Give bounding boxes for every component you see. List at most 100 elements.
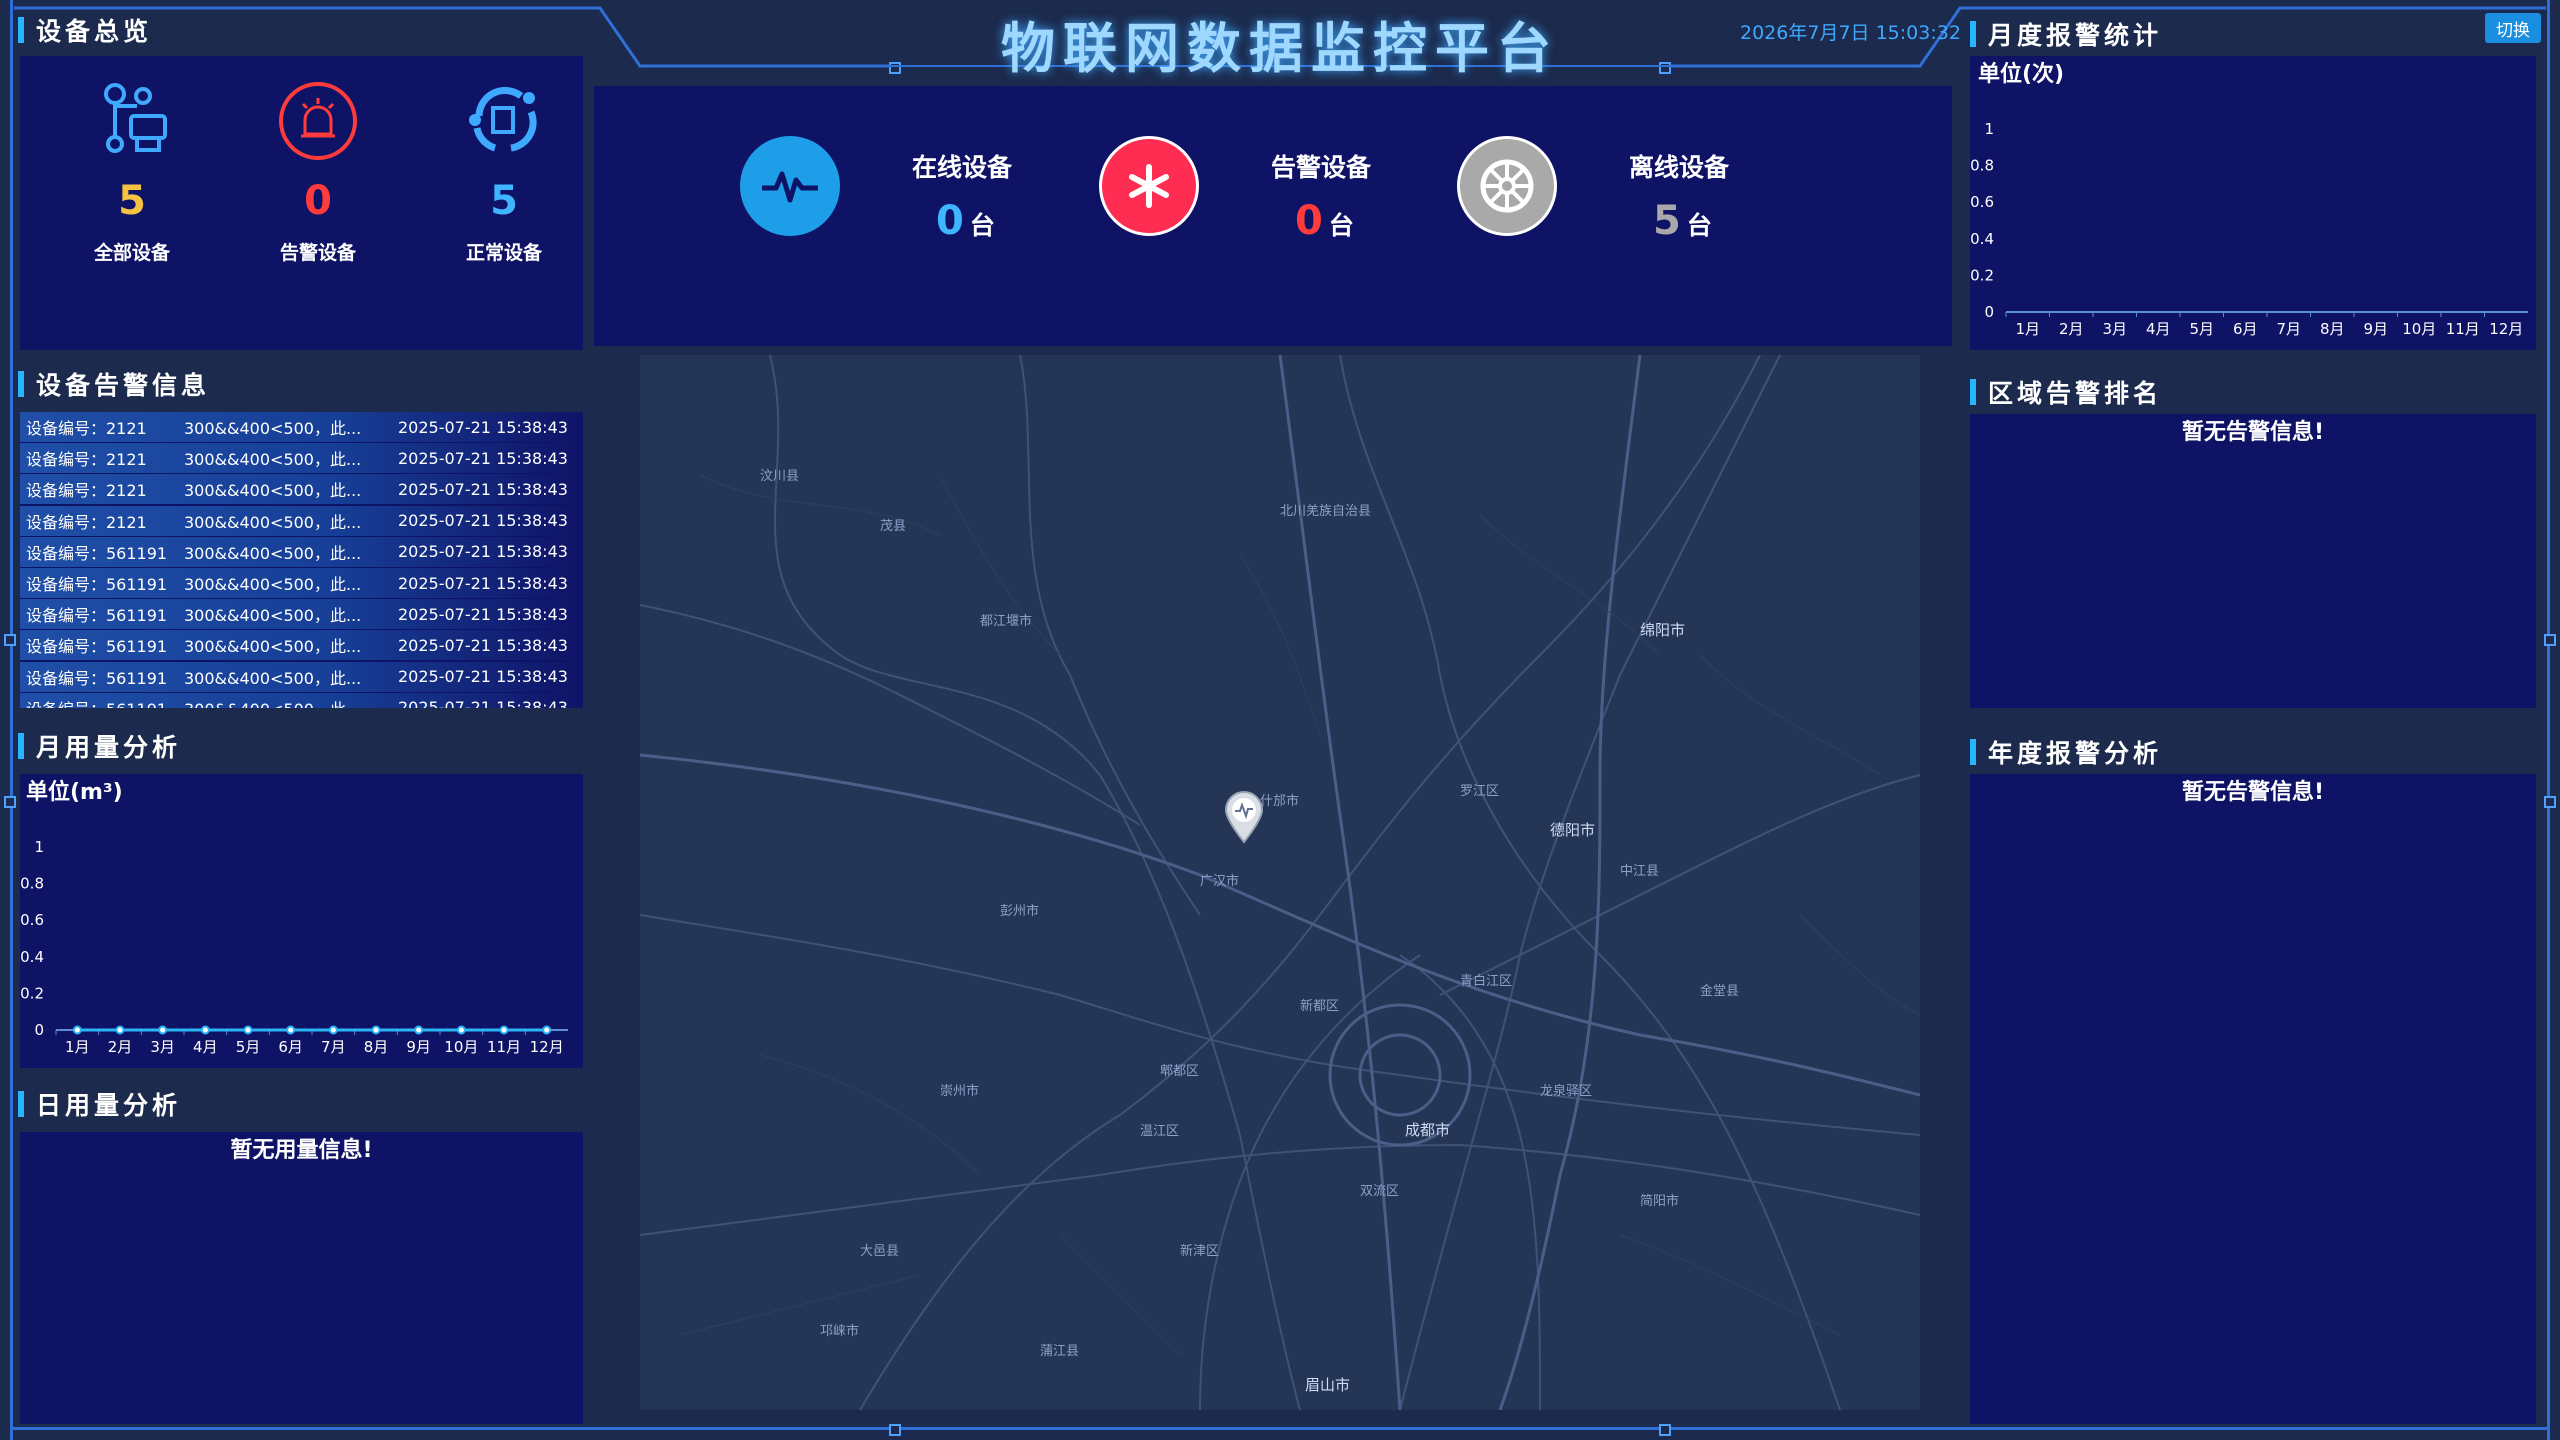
overview-item-normal[interactable]: 5 正常设备 bbox=[414, 76, 594, 265]
alarm-desc: 300&&400<500，此... bbox=[184, 481, 362, 501]
y-tick-label: 0.6 bbox=[20, 911, 44, 929]
y-tick-label: 0.6 bbox=[1970, 193, 1994, 211]
x-tick-label: 4月 bbox=[2146, 320, 2171, 338]
alarm-desc: 300&&400<500，此... bbox=[184, 606, 362, 626]
x-tick-label: 5月 bbox=[236, 1038, 261, 1056]
overview-panel: 5 全部设备 0 告警设备 5 正常设备 bbox=[20, 56, 583, 350]
alarm-time: 2025-07-21 15:38:43 bbox=[398, 604, 568, 624]
data-point bbox=[115, 1025, 125, 1035]
x-tick-label: 3月 bbox=[2102, 320, 2127, 338]
status-item-offline[interactable] bbox=[1457, 136, 1557, 236]
overview-value: 5 bbox=[118, 178, 146, 224]
x-tick-label: 7月 bbox=[321, 1038, 346, 1056]
map-town-label: 罗江区 bbox=[1460, 784, 1499, 799]
alarm-row[interactable]: 设备编号：561191 300&&400<500，此... 2025-07-21 1… bbox=[20, 599, 583, 631]
y-tick-label: 0.8 bbox=[1970, 157, 1994, 175]
alarm-code: 设备编号：561191 bbox=[26, 668, 168, 688]
alarm-code: 设备编号：561191 bbox=[26, 637, 168, 657]
title-bar bbox=[18, 17, 24, 43]
title-bar bbox=[1970, 379, 1976, 405]
alarm-row[interactable]: 设备编号：561191 300&&400<500，此... 2025-07-21 1… bbox=[20, 692, 583, 708]
map-town-label: 什邡市 bbox=[1260, 793, 1299, 809]
alarm-desc: 300&&400<500，此... bbox=[184, 450, 362, 470]
alarm-code: 设备编号：2121 bbox=[26, 481, 147, 501]
alarm-light-icon bbox=[279, 82, 357, 160]
frame-corner bbox=[4, 796, 16, 808]
alarm-time: 2025-07-21 15:38:43 bbox=[398, 635, 568, 655]
data-point bbox=[286, 1025, 296, 1035]
frame-corner bbox=[889, 1424, 901, 1436]
alarm-row[interactable]: 设备编号：2121 300&&400<500，此... 2025-07-21 15:… bbox=[20, 474, 583, 506]
alarm-code: 设备编号：561191 bbox=[26, 696, 167, 708]
map-city-label: 德阳市 bbox=[1550, 821, 1595, 839]
x-tick-label: 1月 bbox=[2015, 320, 2040, 338]
alarm-row[interactable]: 设备编号：561191 300&&400<500，此... 2025-07-21 1… bbox=[20, 536, 583, 568]
alarm-time: 2025-07-21 15:38:43 bbox=[398, 417, 568, 437]
region-rank-empty: 暂无告警信息! bbox=[2181, 420, 2325, 445]
title-bar bbox=[1970, 739, 1976, 765]
frame-bottom bbox=[10, 1427, 2550, 1430]
x-tick-label: 7月 bbox=[2276, 320, 2301, 338]
switch-button[interactable]: 切换 bbox=[2485, 13, 2541, 43]
alarm-time: 2025-07-21 15:38:43 bbox=[398, 542, 568, 562]
x-tick-label: 12月 bbox=[530, 1038, 564, 1056]
x-tick-label: 8月 bbox=[2320, 320, 2345, 338]
cycle-device-icon bbox=[469, 87, 537, 152]
alarm-code: 设备编号：561191 bbox=[26, 575, 168, 594]
alarm-row[interactable]: 设备编号：561191 300&&400<500，此... 2025-07-21 1… bbox=[20, 630, 583, 662]
map-town-label: 新都区 bbox=[1300, 998, 1339, 1014]
alarm-time: 2025-07-21 15:38:43 bbox=[398, 667, 568, 687]
alarm-desc: 300&&400<500，此... bbox=[184, 512, 362, 532]
overview-item-alarm[interactable]: 0 告警设备 bbox=[228, 76, 408, 265]
data-point bbox=[542, 1025, 552, 1035]
alarm-time: 2025-07-21 15:38:43 bbox=[398, 511, 568, 531]
overview-value: 5 bbox=[490, 178, 518, 224]
x-tick-label: 5月 bbox=[2189, 320, 2214, 338]
daily-usage-title: 日用量分析 bbox=[18, 1084, 181, 1124]
alarm-desc: 300&&400<500，此... bbox=[184, 637, 362, 657]
y-tick-label: 0.4 bbox=[1970, 230, 1994, 248]
alarm-time: 2025-07-21 15:38:43 bbox=[398, 698, 568, 708]
map-town-label: 崇州市 bbox=[940, 1083, 979, 1099]
alarm-time: 2025-07-21 15:38:43 bbox=[398, 479, 568, 499]
alarm-time: 2025-07-21 15:38:43 bbox=[398, 573, 568, 593]
map-town-label: 温江区 bbox=[1140, 1124, 1179, 1139]
status-panel: 在线设备 0台 告警设备 0台 离线设备 5 台 bbox=[594, 86, 1952, 346]
alarm-list-panel[interactable]: 设备编号：2121 300&&400<500，此... 2025-07-21 15:… bbox=[20, 412, 583, 708]
data-point bbox=[243, 1025, 253, 1035]
frame-corner bbox=[1659, 1424, 1671, 1436]
map-town-label: 茂县 bbox=[880, 519, 906, 534]
monthly-usage-title-text: 月用量分析 bbox=[36, 733, 182, 762]
map-city-label: 成都市 bbox=[1405, 1121, 1450, 1139]
data-point bbox=[499, 1025, 509, 1035]
alarm-info-title-text: 设备告警信息 bbox=[36, 371, 211, 400]
alarm-row[interactable]: 设备编号：561191 300&&400<500，此... 2025-07-21 1… bbox=[20, 661, 583, 693]
status-label: 离线设备 bbox=[1629, 153, 1730, 182]
alarm-row[interactable]: 设备编号：2121 300&&400<500，此... 2025-07-21 15:… bbox=[20, 443, 583, 475]
monthly-usage-panel: 单位(m³) 0 0.2 0.4 0.6 0.8 1 1月 2月 3月 4月 5月 6月 7月 8月 9月 1… bbox=[20, 774, 583, 1068]
status-item-alarm[interactable] bbox=[1099, 136, 1199, 236]
alarm-row[interactable]: 设备编号：2121 300&&400<500，此... 2025-07-21 15:… bbox=[20, 412, 583, 443]
map-city-label: 眉山市 bbox=[1305, 1376, 1350, 1394]
map-town-label: 广汉市 bbox=[1200, 873, 1239, 889]
monthly-alarm-title-text: 月度报警统计 bbox=[1988, 21, 2163, 50]
monthly-alarm-panel: 单位(次) 0 0.2 0.4 0.6 0.8 1 1月 2月 3月 4月 5月 6月 7月 8月 9月 10… bbox=[1970, 56, 2536, 350]
status-item-online[interactable] bbox=[740, 136, 840, 236]
overview-item-all[interactable]: 5 全部设备 bbox=[42, 76, 222, 265]
map-marker-icon[interactable] bbox=[1223, 790, 1265, 844]
title-bar bbox=[18, 1091, 24, 1117]
overview-title-text: 设备总览 bbox=[36, 17, 153, 46]
alarm-info-title: 设备告警信息 bbox=[18, 364, 210, 404]
alarm-row[interactable]: 设备编号：2121 300&&400<500，此... 2025-07-21 15:… bbox=[20, 505, 583, 537]
alarm-row[interactable]: 设备编号：561191 300&&400<500，此... 2025-07-21 1… bbox=[20, 568, 583, 599]
x-tick-label: 10月 bbox=[2402, 320, 2436, 338]
x-tick-label: 9月 bbox=[406, 1038, 431, 1056]
map-town-label: 龙泉驿区 bbox=[1540, 1083, 1592, 1099]
map-town-label: 蒲江县 bbox=[1040, 1344, 1079, 1359]
status-value-offline: 5台 bbox=[1653, 198, 1712, 244]
map-town-label: 中江县 bbox=[1620, 864, 1659, 879]
map-town-label: 青白江区 bbox=[1460, 973, 1512, 989]
frame-right bbox=[2547, 0, 2550, 1440]
region-rank-panel: 暂无告警信息! bbox=[1970, 414, 2536, 708]
map-area[interactable]: 汶川县 茂县 北川羌族自治县 都江堰市 什邡市 罗江区 彭州市 广汉市 中江县 … bbox=[640, 355, 1920, 1410]
